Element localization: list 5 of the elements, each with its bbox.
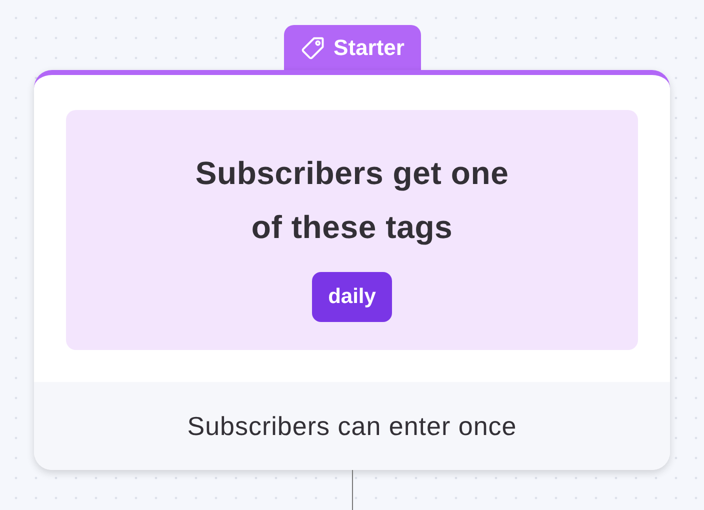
heading-text: of these tags	[251, 208, 453, 247]
entry-rule-text: Subscribers can enter once	[187, 410, 517, 442]
heading-text: Subscribers get one	[195, 154, 509, 193]
tag-icon	[300, 34, 326, 60]
tag-chip: daily	[312, 272, 392, 322]
